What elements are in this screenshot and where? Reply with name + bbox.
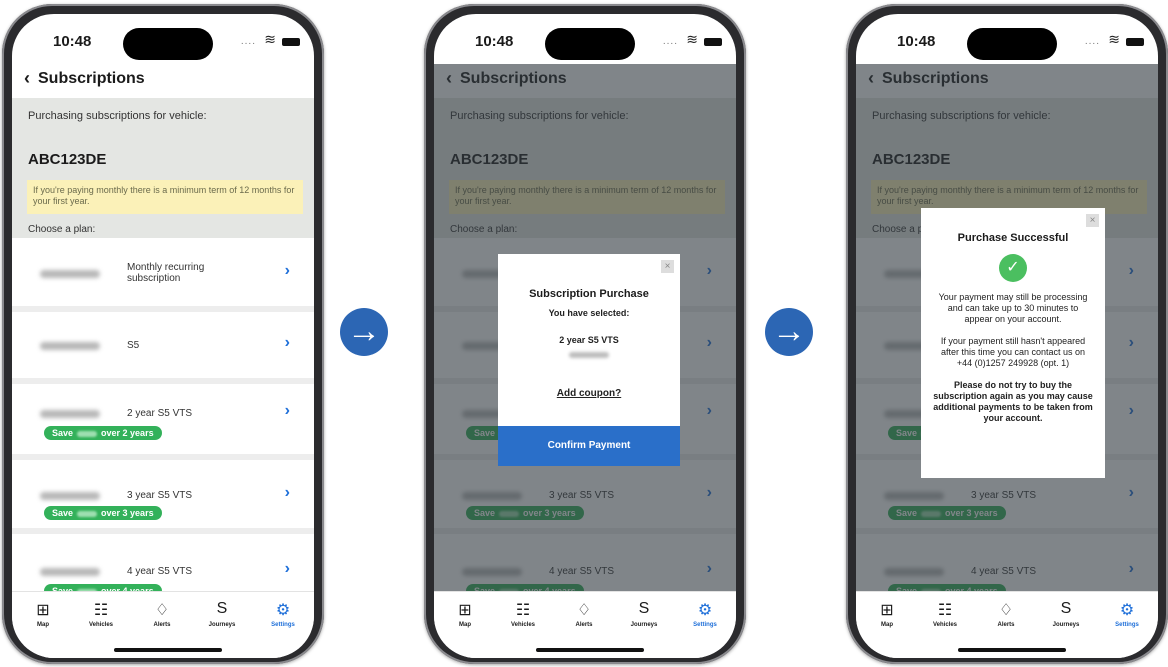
add-coupon-link[interactable]: Add coupon? xyxy=(498,388,680,399)
purchase-successful-modal: × Purchase Successful ✓ Your payment may… xyxy=(921,208,1105,478)
confirm-payment-button[interactable]: Confirm Payment xyxy=(498,426,680,466)
tab-vehicles[interactable]: ☷ Vehicles xyxy=(498,600,548,628)
plan-name: 4 year S5 VTS xyxy=(127,566,193,577)
warning-message: Please do not try to buy the subscriptio… xyxy=(933,380,1093,423)
journeys-icon: S xyxy=(638,600,650,617)
tab-alerts[interactable]: ♢ Alerts xyxy=(559,600,609,628)
screen: 10:48 .... ≋ ‹ Subscriptions Purchasing … xyxy=(434,14,736,658)
modal-title: Subscription Purchase xyxy=(529,288,649,300)
dynamic-island xyxy=(545,28,635,60)
phone-purchase-modal: 10:48 .... ≋ ‹ Subscriptions Purchasing … xyxy=(424,4,746,664)
tab-alerts[interactable]: ♢ Alerts xyxy=(981,600,1031,628)
plan-name: 3 year S5 VTS xyxy=(127,490,193,501)
plan-card[interactable]: S5 › xyxy=(12,312,314,378)
savings-badge: Saveover 3 years xyxy=(44,506,162,520)
tab-settings[interactable]: ⚙ Settings xyxy=(680,600,730,628)
screen: 10:48 .... ≋ ‹ Subscriptions Purchasing … xyxy=(856,14,1158,658)
wifi-icon: ≋ xyxy=(686,31,698,47)
gear-icon: ⚙ xyxy=(1119,602,1135,619)
dynamic-island xyxy=(123,28,213,60)
success-check-icon: ✓ xyxy=(999,254,1027,282)
bell-icon: ♢ xyxy=(576,602,592,619)
map-icon: ⊞ xyxy=(458,602,472,619)
chevron-right-icon: › xyxy=(284,402,290,419)
contact-message: If your payment still hasn't appeared af… xyxy=(940,336,1086,368)
journeys-icon: S xyxy=(1060,600,1072,617)
subscription-purchase-modal: × Subscription Purchase You have selecte… xyxy=(498,254,680,466)
back-chevron-icon[interactable]: ‹ xyxy=(24,68,30,89)
plan-card[interactable]: 2 year S5 VTS › Saveover 2 years xyxy=(12,384,314,454)
tab-journeys[interactable]: S Journeys xyxy=(197,600,247,628)
price-redacted xyxy=(569,352,609,358)
savings-badge: Saveover 2 years xyxy=(44,426,162,440)
price-redacted xyxy=(40,342,100,350)
plan-name: Monthly recurring subscription xyxy=(127,262,205,284)
status-time: 10:48 xyxy=(475,33,514,50)
home-indicator xyxy=(958,648,1066,652)
status-time: 10:48 xyxy=(897,33,936,50)
plan-name: S5 xyxy=(127,340,140,351)
bell-icon: ♢ xyxy=(998,602,1014,619)
vehicles-icon: ☷ xyxy=(937,602,953,619)
signal-icon: .... xyxy=(662,36,678,47)
phone-subscriptions-list: 10:48 .... ≋ ‹ Subscriptions Purchasing … xyxy=(2,4,324,664)
home-indicator xyxy=(536,648,644,652)
price-redacted xyxy=(40,568,100,576)
tab-map[interactable]: ⊞ Map xyxy=(862,600,912,628)
status-time: 10:48 xyxy=(53,33,92,50)
vehicle-plate: ABC123DE xyxy=(28,151,107,168)
wifi-icon: ≋ xyxy=(264,31,276,47)
screen: 10:48 .... ≋ ‹ Subscriptions Purchasing … xyxy=(12,14,314,658)
phone-purchase-success: 10:48 .... ≋ ‹ Subscriptions Purchasing … xyxy=(846,4,1168,664)
wifi-icon: ≋ xyxy=(1108,31,1120,47)
tab-vehicles[interactable]: ☷ Vehicles xyxy=(76,600,126,628)
modal-title: Purchase Successful xyxy=(957,232,1069,244)
tab-map[interactable]: ⊞ Map xyxy=(18,600,68,628)
chevron-right-icon: › xyxy=(284,560,290,577)
price-redacted xyxy=(40,410,100,418)
nav-header: ‹ Subscriptions xyxy=(12,64,314,94)
tab-map[interactable]: ⊞ Map xyxy=(440,600,490,628)
plan-card[interactable]: Monthly recurring subscription › xyxy=(12,240,314,306)
arrow-right-icon: → xyxy=(765,308,813,356)
battery-icon xyxy=(282,38,300,46)
processing-message: Your payment may still be processing and… xyxy=(938,292,1088,324)
page-title[interactable]: Subscriptions xyxy=(38,70,145,88)
close-icon[interactable]: × xyxy=(1086,214,1099,227)
chevron-right-icon: › xyxy=(284,484,290,501)
tab-journeys[interactable]: S Journeys xyxy=(619,600,669,628)
battery-icon xyxy=(704,38,722,46)
tab-journeys[interactable]: S Journeys xyxy=(1041,600,1091,628)
vehicles-icon: ☷ xyxy=(515,602,531,619)
signal-icon: .... xyxy=(240,36,256,47)
minimum-term-notice: If you're paying monthly there is a mini… xyxy=(27,180,303,214)
battery-icon xyxy=(1126,38,1144,46)
purchasing-label: Purchasing subscriptions for vehicle: xyxy=(28,110,207,122)
tab-settings[interactable]: ⚙ Settings xyxy=(1102,600,1152,628)
journeys-icon: S xyxy=(216,600,228,617)
price-redacted xyxy=(40,492,100,500)
gear-icon: ⚙ xyxy=(275,602,291,619)
selected-label: You have selected: xyxy=(548,308,630,318)
tab-vehicles[interactable]: ☷ Vehicles xyxy=(920,600,970,628)
map-icon: ⊞ xyxy=(880,602,894,619)
plan-name: 2 year S5 VTS xyxy=(127,408,193,419)
map-icon: ⊞ xyxy=(36,602,50,619)
chevron-right-icon: › xyxy=(284,334,290,351)
price-redacted xyxy=(40,270,100,278)
bell-icon: ♢ xyxy=(154,602,170,619)
dynamic-island xyxy=(967,28,1057,60)
choose-plan-label: Choose a plan: xyxy=(28,224,96,235)
vehicles-icon: ☷ xyxy=(93,602,109,619)
close-icon[interactable]: × xyxy=(661,260,674,273)
home-indicator xyxy=(114,648,222,652)
plan-card[interactable]: 3 year S5 VTS › Saveover 3 years xyxy=(12,460,314,528)
chevron-right-icon: › xyxy=(284,262,290,279)
tab-alerts[interactable]: ♢ Alerts xyxy=(137,600,187,628)
tab-settings[interactable]: ⚙ Settings xyxy=(258,600,308,628)
arrow-right-icon: → xyxy=(340,308,388,356)
signal-icon: .... xyxy=(1084,36,1100,47)
selected-plan: 2 year S5 VTS xyxy=(559,335,619,345)
gear-icon: ⚙ xyxy=(697,602,713,619)
